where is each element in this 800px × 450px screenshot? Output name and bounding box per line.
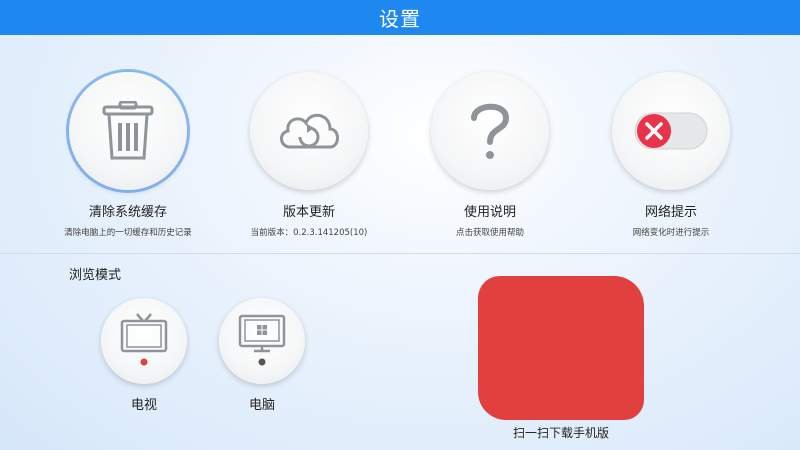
qr-code-redacted — [478, 276, 644, 420]
network-notify-toggle[interactable] — [612, 72, 730, 190]
mode-computer[interactable]: 电脑 — [217, 298, 307, 413]
network-notify-label: 网络提示 — [644, 205, 697, 220]
tv-mode-button[interactable] — [101, 298, 187, 384]
qr-caption: 扫一扫下载手机版 — [512, 426, 609, 440]
toggle-off-icon — [634, 112, 708, 150]
mode-tv[interactable]: 电视 — [99, 298, 189, 413]
setting-clear-cache[interactable]: 清除系统缓存 清除电脑上的一切缓存和历史记录 — [38, 72, 218, 238]
setting-version-update[interactable]: 版本更新 当前版本：0.2.3.141205(10) — [219, 72, 399, 238]
network-notify-description: 网络变化时进行提示 — [632, 228, 710, 238]
setting-network-notify[interactable]: 网络提示 网络变化时进行提示 — [581, 72, 761, 238]
help-button[interactable] — [431, 72, 549, 190]
page-title: 设置 — [379, 7, 421, 31]
version-update-button[interactable] — [250, 72, 368, 190]
clear-cache-label: 清除系统缓存 — [88, 205, 167, 220]
computer-icon — [238, 314, 286, 366]
computer-mode-button[interactable] — [219, 298, 305, 384]
title-bar: 设置 — [0, 0, 800, 35]
tv-mode-label: 电视 — [130, 398, 157, 413]
clear-cache-description: 清除电脑上的一切缓存和历史记录 — [64, 228, 192, 238]
tv-icon — [120, 313, 168, 366]
cloud-refresh-icon — [280, 113, 339, 149]
trash-icon — [102, 101, 154, 160]
browse-mode-title: 浏览模式 — [69, 268, 122, 283]
question-icon — [471, 103, 510, 159]
computer-mode-label: 电脑 — [248, 398, 275, 413]
setting-help[interactable]: 使用说明 点击获取使用帮助 — [400, 72, 580, 238]
version-update-label: 版本更新 — [282, 205, 335, 220]
version-text: 当前版本：0.2.3.141205(10) — [250, 228, 368, 238]
divider — [0, 253, 800, 254]
help-description: 点击获取使用帮助 — [455, 228, 524, 238]
clear-cache-button[interactable] — [69, 72, 187, 190]
help-label: 使用说明 — [463, 205, 516, 220]
